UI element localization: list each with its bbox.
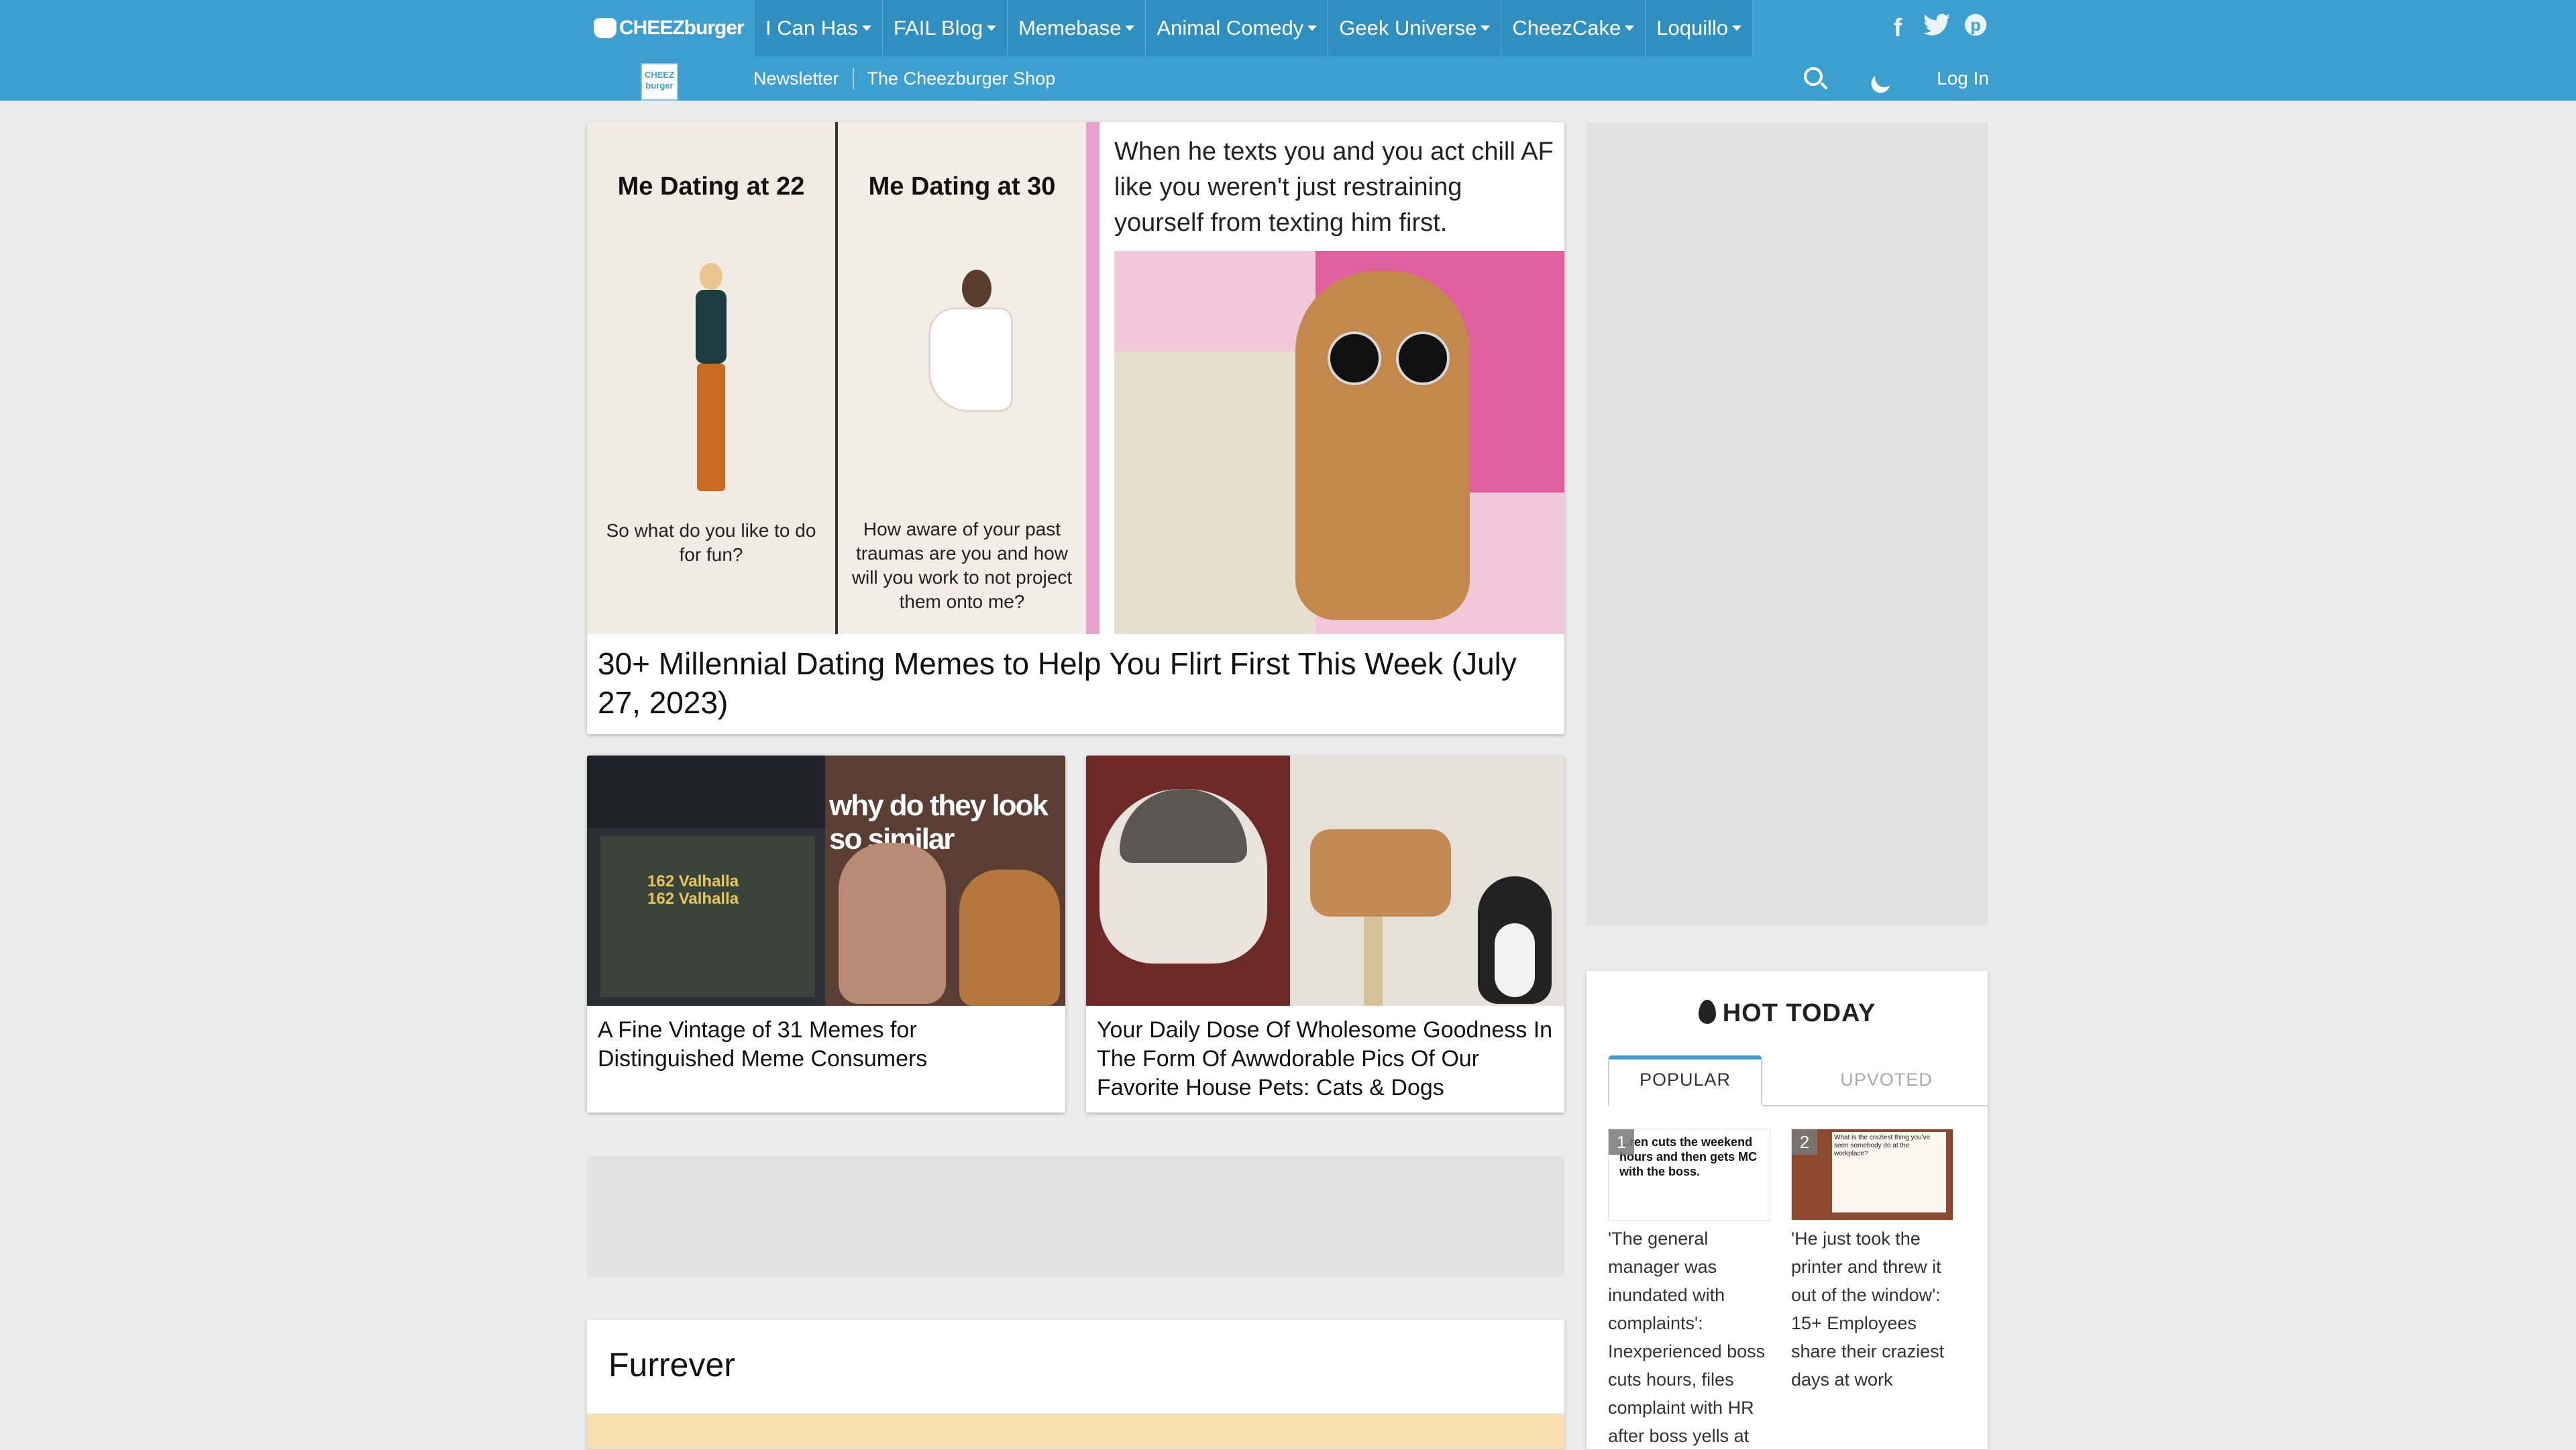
article-title[interactable]: A Fine Vintage of 31 Memes for Distingui… (598, 1016, 1055, 1074)
furrever-section: Furrever (587, 1320, 1564, 1449)
newsletter-link[interactable]: Newsletter (753, 68, 854, 89)
shop-link[interactable]: The Cheezburger Shop (854, 68, 1069, 89)
caret-down-icon (1307, 25, 1318, 31)
cats-photo (1290, 756, 1564, 1006)
svg-text:p: p (1970, 16, 1980, 35)
hot-item-caption[interactable]: 'He just took the printer and threw it o… (1791, 1225, 1966, 1394)
social-links: f p (1884, 0, 2009, 56)
menu-item-loquillo[interactable]: Loquillo (1646, 0, 1754, 56)
menu-item-fail-blog[interactable]: FAIL Blog (883, 0, 1008, 56)
hot-today-tabs: POPULAR UPVOTED (1608, 1055, 1988, 1106)
hot-today-heading: HOT TODAY (1722, 999, 1876, 1027)
facebook-icon[interactable]: f (1884, 14, 1911, 43)
article-card[interactable]: 162 Valhalla 162 Valhalla why do they lo… (587, 756, 1065, 1112)
burger-icon (594, 18, 616, 38)
hot-item-caption[interactable]: 'The general manager was inundated with … (1608, 1225, 1782, 1450)
menu-item-cheezcake[interactable]: CheezCake (1501, 0, 1646, 56)
featured-article-card[interactable]: Me Dating at 22 So what do you like to d… (587, 122, 1564, 734)
subnav-links: Newsletter The Cheezburger Shop (753, 56, 1069, 101)
secondary-nav: CHEEZ burger Newsletter The Cheezburger … (587, 56, 2009, 101)
menu-item-animal-comedy[interactable]: Animal Comedy (1146, 0, 1329, 56)
hot-item-thumbnail[interactable]: What is the craziest thing you've seen s… (1791, 1129, 1953, 1221)
tab-upvoted[interactable]: UPVOTED (1789, 1055, 1984, 1104)
caret-down-icon (1625, 25, 1635, 31)
hot-item[interactable]: What is the craziest thing you've seen s… (1791, 1129, 1966, 1394)
menu-item-i-can-has[interactable]: I Can Has (755, 0, 883, 56)
mini-logo[interactable]: CHEEZ burger (641, 63, 678, 101)
chipmunk-photo (1114, 251, 1564, 634)
dark-mode-icon[interactable] (1868, 62, 1902, 95)
twitter-icon[interactable] (1923, 13, 1950, 43)
hot-today-widget: HOT TODAY POPULAR UPVOTED ...ren cuts th… (1587, 971, 1988, 1449)
logo-text: CHEEZburger (619, 17, 745, 39)
article-title[interactable]: 30+ Millennial Dating Memes to Help You … (598, 644, 1550, 722)
caret-down-icon (987, 25, 997, 31)
site-logo[interactable]: CHEEZburger (587, 0, 755, 56)
woman-sitting-illustration (888, 270, 1036, 431)
ad-placeholder (587, 1156, 1564, 1277)
rank-badge: 2 (1792, 1129, 1817, 1155)
caret-down-icon (1481, 25, 1491, 31)
husky-photo (1086, 756, 1290, 1006)
featured-image[interactable]: Me Dating at 22 So what do you like to d… (587, 122, 1564, 634)
article-image[interactable] (1086, 756, 1564, 1006)
woman-illustration (681, 263, 741, 505)
sidebar-ad-placeholder (1587, 122, 1988, 926)
caret-down-icon (861, 25, 871, 31)
caret-down-icon (1125, 25, 1135, 31)
tab-popular[interactable]: POPULAR (1608, 1055, 1762, 1106)
menu-item-memebase[interactable]: Memebase (1008, 0, 1146, 56)
search-icon[interactable] (1797, 62, 1831, 95)
primary-nav: CHEEZburger I Can Has FAIL Blog Memebase… (587, 0, 2009, 56)
meme-panel-22: Me Dating at 22 So what do you like to d… (587, 122, 835, 634)
article-image[interactable]: 162 Valhalla 162 Valhalla why do they lo… (587, 756, 1065, 1006)
section-title[interactable]: Furrever (608, 1345, 735, 1384)
meme-overlay-text: why do they look so similar (829, 789, 1049, 856)
hot-item-thumbnail[interactable]: ...ren cuts the weekend hours and then g… (1608, 1129, 1770, 1221)
article-title[interactable]: Your Daily Dose Of Wholesome Goodness In… (1097, 1016, 1554, 1102)
login-link[interactable]: Log In (1937, 68, 1989, 89)
meme-panel-30: Me Dating at 30 How aware of your past t… (835, 122, 1086, 634)
article-card[interactable]: Your Daily Dose Of Wholesome Goodness In… (1086, 756, 1564, 1112)
caret-down-icon (1732, 25, 1742, 31)
fire-icon (1698, 1000, 1716, 1024)
menu-item-geek-universe[interactable]: Geek Universe (1328, 0, 1502, 56)
site-header: CHEEZburger I Can Has FAIL Blog Memebase… (0, 0, 2576, 101)
valhalla-sign-text: 162 Valhalla 162 Valhalla (647, 872, 739, 908)
chipmunk-meme: When he texts you and you act chill AF l… (1099, 122, 1564, 634)
rank-badge: 1 (1609, 1129, 1634, 1155)
hot-item[interactable]: ...ren cuts the weekend hours and then g… (1608, 1129, 1782, 1450)
main-menu: I Can Has FAIL Blog Memebase Animal Come… (755, 0, 1754, 56)
pinterest-icon[interactable]: p (1962, 13, 1989, 44)
